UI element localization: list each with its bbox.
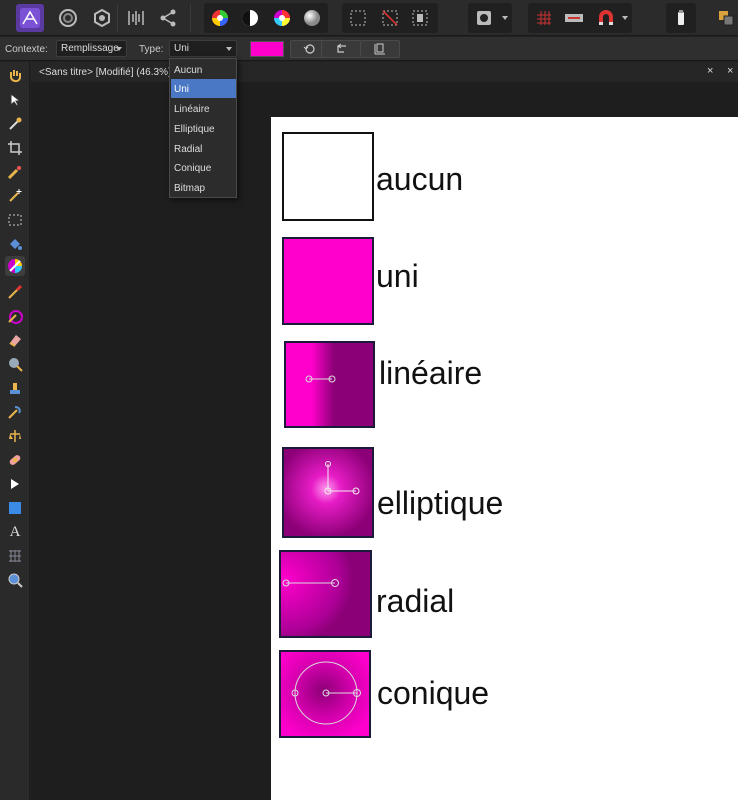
type-label: Type:: [139, 44, 164, 55]
document-canvas[interactable]: aucun uni linéaire elliptique radial con…: [271, 117, 738, 800]
dropdown-option-elliptical[interactable]: Elliptique: [171, 119, 236, 138]
fill-label-conical: conique: [377, 675, 490, 711]
chevron-down-icon: [226, 47, 232, 51]
fill-properties-button[interactable]: [360, 40, 400, 58]
flood-fill-icon[interactable]: [5, 234, 25, 254]
clone-icon[interactable]: [5, 378, 25, 398]
dropdown-option-solid[interactable]: Uni: [171, 79, 236, 98]
fill-label-elliptical: elliptique: [377, 485, 504, 521]
chevron-down-icon[interactable]: [498, 4, 512, 32]
crop-icon[interactable]: [5, 138, 25, 158]
return-arrow-icon: [337, 43, 346, 53]
contrast-icon[interactable]: [236, 4, 264, 32]
fill-radial-swatch[interactable]: [279, 550, 372, 638]
fill-solid-swatch[interactable]: [282, 237, 374, 325]
healing-icon[interactable]: [5, 426, 25, 446]
move-icon[interactable]: [5, 90, 25, 110]
fill-linear-swatch[interactable]: [284, 341, 375, 428]
tools-panel: A: [0, 62, 30, 800]
type-dropdown-menu: Aucun Uni Linéaire Elliptique Radial Con…: [169, 58, 237, 198]
zoom-icon[interactable]: [5, 570, 25, 590]
text-icon[interactable]: A: [5, 522, 25, 542]
erase-icon[interactable]: [5, 330, 25, 350]
dropdown-option-radial[interactable]: Radial: [171, 139, 236, 158]
dropdown-option-bitmap[interactable]: Bitmap: [171, 178, 236, 197]
fill-label-none: aucun: [376, 161, 464, 197]
gradient-icon[interactable]: [5, 256, 25, 276]
marquee-tool-icon[interactable]: [5, 210, 25, 230]
gradient-ball-icon[interactable]: [298, 4, 326, 32]
fill-none-swatch[interactable]: [282, 132, 374, 221]
fill-swatches: [279, 132, 375, 738]
color-replacement-icon[interactable]: [5, 306, 25, 326]
fill-label-solid: uni: [376, 258, 419, 294]
node-icon[interactable]: [5, 474, 25, 494]
type-select[interactable]: Uni: [169, 40, 237, 57]
no-select-icon[interactable]: [376, 4, 404, 32]
type-select-value: Uni: [174, 43, 190, 54]
fill-properties-icon: [374, 43, 385, 55]
chevron-down-icon: [116, 47, 122, 51]
layers-order-icon[interactable]: [712, 4, 738, 32]
dodge-icon[interactable]: [5, 354, 25, 374]
marquee-icon[interactable]: [344, 4, 372, 32]
close-icon[interactable]: ×: [707, 65, 713, 77]
paint-brush-icon[interactable]: [5, 282, 25, 302]
quick-mask-icon[interactable]: [470, 4, 498, 32]
selection-brush-icon[interactable]: [5, 162, 25, 182]
context-select-value: Remplissage: [61, 43, 119, 54]
flip-gradient-button[interactable]: [321, 40, 361, 58]
liquify-persona-icon[interactable]: [54, 4, 82, 32]
magnet-icon[interactable]: [592, 4, 620, 32]
main-toolbar: [0, 0, 738, 36]
rectangle-icon[interactable]: [5, 498, 25, 518]
patch-icon[interactable]: [5, 450, 25, 470]
document-tab-title[interactable]: <Sans titre> [Modifié] (46.3%): [39, 67, 171, 78]
dropdown-option-conical[interactable]: Conique: [171, 158, 236, 177]
close-panel-icon[interactable]: ×: [727, 65, 733, 77]
document-tab-bar: <Sans titre> [Modifié] (46.3%) × ×: [31, 62, 738, 82]
tone-mapping-persona-icon[interactable]: [122, 4, 150, 32]
context-toolbar: Contexte: Remplissage Type: Uni: [0, 37, 738, 61]
invert-selection-icon[interactable]: [406, 4, 434, 32]
snap-bounds-icon[interactable]: [560, 4, 588, 32]
mesh-warp-icon[interactable]: [5, 546, 25, 566]
rotate-icon: [303, 44, 315, 54]
context-label: Contexte:: [5, 44, 48, 55]
chevron-down-icon[interactable]: [618, 4, 632, 32]
context-select[interactable]: Remplissage: [56, 40, 127, 57]
dropdown-option-none[interactable]: Aucun: [171, 60, 236, 79]
smudge-icon[interactable]: [5, 402, 25, 422]
arrange-icon[interactable]: [667, 4, 695, 32]
color-picker-icon[interactable]: [5, 114, 25, 134]
hsl-icon[interactable]: [268, 4, 296, 32]
fill-color-swatch[interactable]: [250, 41, 284, 57]
fill-label-radial: radial: [376, 583, 455, 619]
snapping-grid-icon[interactable]: [530, 4, 558, 32]
affinity-photo-logo[interactable]: [16, 4, 44, 32]
fill-label-linear: linéaire: [379, 355, 483, 391]
hand-icon[interactable]: [5, 66, 25, 86]
dropdown-option-linear[interactable]: Linéaire: [171, 99, 236, 118]
flood-select-icon[interactable]: [5, 186, 25, 206]
color-wheel-icon[interactable]: [206, 4, 234, 32]
develop-persona-icon[interactable]: [88, 4, 116, 32]
export-persona-icon[interactable]: [154, 4, 182, 32]
